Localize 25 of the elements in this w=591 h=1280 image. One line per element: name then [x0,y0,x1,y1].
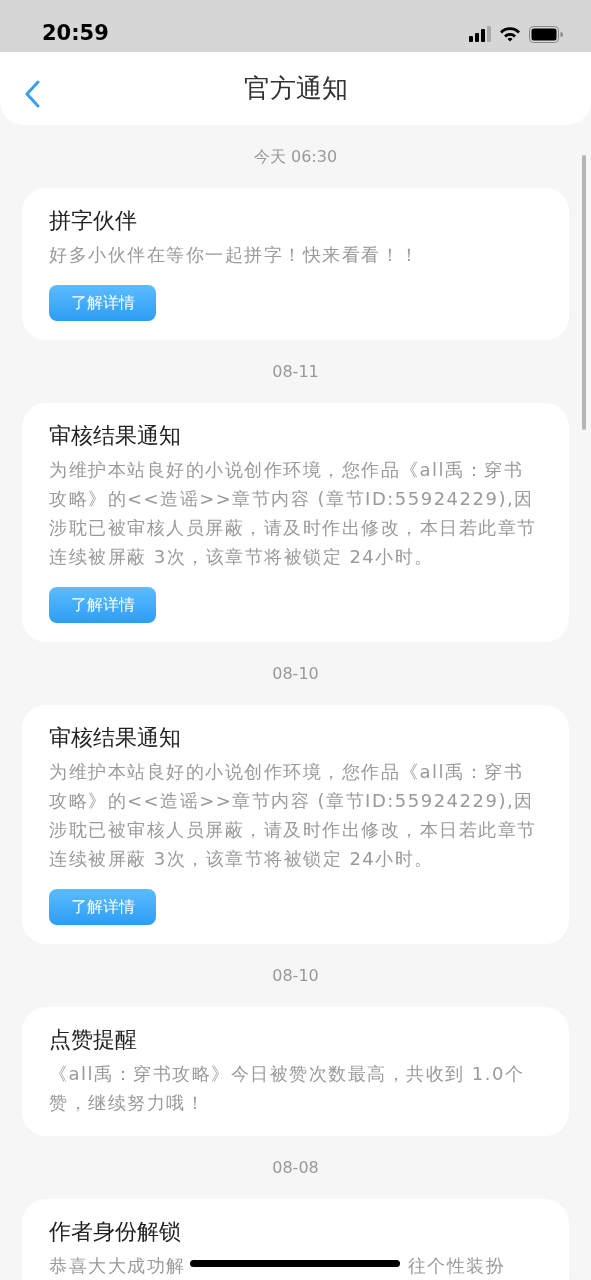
signal-icon [469,26,491,42]
details-button[interactable]: 了解详情 [49,285,156,321]
date-label: 08-08 [272,1156,319,1179]
notification-title: 审核结果通知 [49,724,182,752]
page-title: 官方通知 [243,72,348,105]
status-time: 20:59 [42,20,109,48]
date-label: 08-10 [272,662,319,685]
notification-title: 审核结果通知 [49,422,182,450]
notification-body: 为维护本站良好的小说创作环境，您作品《all禹：穿书攻略》的<<造谣>>章节内容 (章节ID:55924229),因涉耽已被审核人员屏蔽，请及时作出修改，本日若此章节连续被屏蔽 3次，该章节将被锁定 24小时。 [49,760,538,871]
battery-icon [529,25,563,43]
wifi-icon [499,26,521,42]
details-button[interactable]: 了解详情 [49,889,156,925]
date-label: 08-11 [272,360,319,383]
notification-body: 《all禹：穿书攻略》今日被赞次数最高，共收到 1.0个赞，继续努力哦！ [49,1062,526,1115]
details-button[interactable]: 了解详情 [49,587,156,623]
notification-body: 往个性装扮 [407,1254,505,1278]
notification-title: 作者身份解锁 [49,1218,182,1246]
notification-body: 为维护本站良好的小说创作环境，您作品《all禹：穿书攻略》的<<造谣>>章节内容 (章节ID:55924229),因涉耽已被审核人员屏蔽，请及时作出修改，本日若此章节连续被屏蔽 3次，该章节将被锁定 24小时。 [49,458,538,569]
date-label: 今天 06:30 [253,145,338,168]
date-label: 08-10 [272,964,319,987]
back-icon[interactable] [24,80,40,108]
notification-body: 好多小伙伴在等你一起拼字！快来看看！！ [49,243,421,267]
notification-title: 点赞提醒 [49,1026,138,1054]
notification-body: 恭喜大大成功解 [49,1254,186,1278]
notification-title: 拼字伙伴 [49,207,138,235]
